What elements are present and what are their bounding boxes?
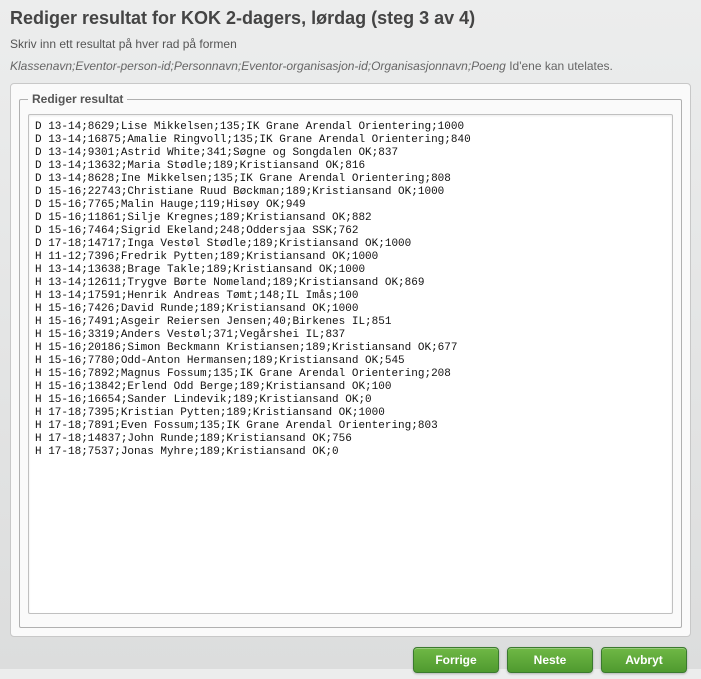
editor-fieldset: Rediger resultat	[19, 92, 682, 628]
format-hint-format: Klassenavn;Eventor-person-id;Personnavn;…	[10, 59, 506, 73]
results-textarea[interactable]	[28, 114, 673, 614]
format-hint-note: Id'ene kan utelates.	[506, 59, 613, 73]
page-title: Rediger resultat for KOK 2-dagers, lørda…	[10, 8, 691, 29]
cancel-button[interactable]: Avbryt	[601, 647, 687, 673]
button-bar: Forrige Neste Avbryt	[10, 647, 687, 673]
editor-legend: Rediger resultat	[28, 92, 127, 106]
format-hint: Klassenavn;Eventor-person-id;Personnavn;…	[10, 59, 691, 73]
editor-panel: Rediger resultat	[10, 83, 691, 637]
instruction-line: Skriv inn ett resultat på hver rad på fo…	[10, 37, 691, 51]
prev-button[interactable]: Forrige	[413, 647, 499, 673]
next-button[interactable]: Neste	[507, 647, 593, 673]
